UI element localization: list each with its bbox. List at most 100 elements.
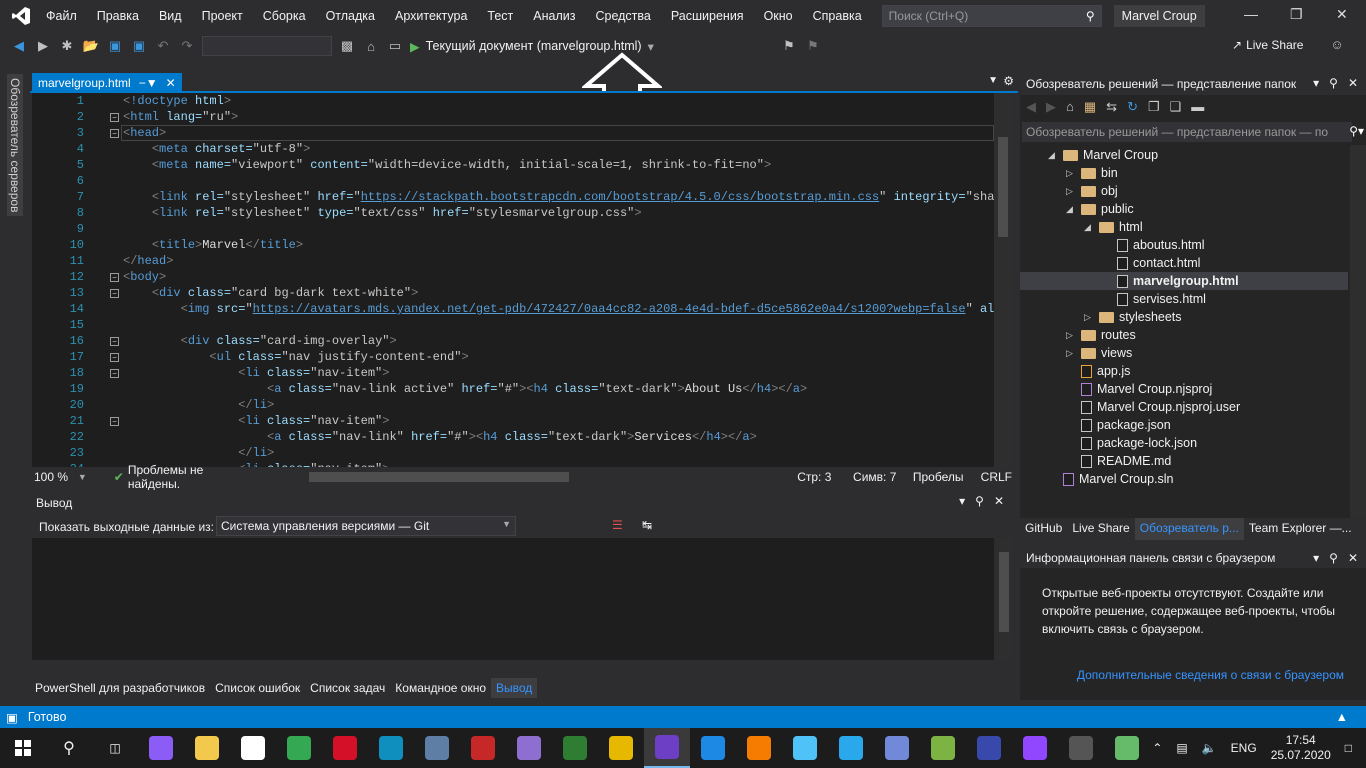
taskbar-app-snipping-tool[interactable]	[920, 728, 966, 768]
bottom-tab[interactable]: PowerShell для разработчиков	[30, 678, 210, 698]
save-all-icon[interactable]: ▣	[130, 38, 148, 54]
menu-item[interactable]: Расширения	[661, 9, 754, 23]
close-icon[interactable]: ✕	[1348, 551, 1358, 565]
expander-icon[interactable]: ▷	[1066, 348, 1076, 359]
tree-item[interactable]: contact.html	[1102, 254, 1200, 272]
taskbar-app-xampp[interactable]	[736, 728, 782, 768]
expander-icon[interactable]: ◢	[1066, 204, 1076, 215]
menu-item[interactable]: Справка	[803, 9, 872, 23]
bottom-tab[interactable]: Вывод	[491, 678, 538, 698]
undo-icon[interactable]: ↶	[154, 38, 172, 54]
save-icon[interactable]: ▣	[106, 38, 124, 54]
taskbar-app-github-desktop[interactable]	[506, 728, 552, 768]
zoom-level[interactable]: 100 %	[32, 470, 78, 484]
tree-item[interactable]: package-lock.json	[1066, 434, 1197, 452]
menu-item[interactable]: Анализ	[523, 9, 585, 23]
tree-item[interactable]: Marvel Croup.sln	[1048, 470, 1173, 488]
right-panel-tab[interactable]: Team Explorer —...	[1244, 518, 1357, 540]
pin-icon[interactable]: ⚲	[975, 494, 984, 508]
home-icon[interactable]: ⌂	[1066, 99, 1074, 115]
pin-icon[interactable]: ⚲	[1329, 76, 1338, 90]
problems-status[interactable]: Проблемы не найдены.	[128, 463, 259, 491]
tree-item[interactable]: aboutus.html	[1102, 236, 1205, 254]
dropdown-icon[interactable]: ▾	[1313, 551, 1319, 565]
taskbar-app-telegram[interactable]	[828, 728, 874, 768]
tree-item[interactable]: marvelgroup.html	[1020, 272, 1348, 290]
panel-menu-icon[interactable]: ▾	[959, 494, 965, 508]
task-view-button[interactable]: ◫	[92, 728, 138, 768]
taskbar-app-app-64[interactable]	[460, 728, 506, 768]
expander-icon[interactable]: ◢	[1048, 150, 1058, 161]
fold-toggle-icon[interactable]: −	[110, 369, 119, 378]
open-icon[interactable]: 📂	[82, 38, 100, 54]
line-ending[interactable]: CRLF	[981, 470, 1012, 484]
taskbar-app-paint-app[interactable]	[598, 728, 644, 768]
forward-icon[interactable]: ▶	[34, 38, 52, 54]
attach-icon[interactable]: ▩	[338, 38, 356, 54]
live-share-button[interactable]: ↗ Live Share	[1232, 38, 1303, 52]
close-icon[interactable]: ✕	[994, 494, 1004, 508]
tree-item[interactable]: ◢ public	[1066, 200, 1134, 218]
horizontal-scrollbar[interactable]	[299, 471, 768, 482]
fold-toggle-icon[interactable]: −	[110, 113, 119, 122]
bottom-tab[interactable]: Список ошибок	[210, 678, 305, 698]
expander-icon[interactable]: ▷	[1066, 330, 1076, 341]
dropdown-icon[interactable]: ▾	[1313, 76, 1319, 90]
properties-icon[interactable]: ▬	[1191, 99, 1204, 115]
tree-item[interactable]: Marvel Croup.njsproj	[1066, 380, 1212, 398]
forward-icon[interactable]: ▶	[1046, 99, 1056, 115]
tree-scrollbar[interactable]	[1350, 145, 1366, 518]
close-tab-icon[interactable]: ✕	[166, 76, 176, 90]
editor-vertical-scrollbar[interactable]	[994, 93, 1012, 467]
taskbar-app-twitch[interactable]	[1012, 728, 1058, 768]
browser-icon[interactable]: ⌂	[362, 39, 380, 54]
taskbar-app-edge[interactable]	[368, 728, 414, 768]
output-scrollbar[interactable]	[996, 538, 1012, 660]
network-icon[interactable]: ▤	[1176, 741, 1187, 755]
solution-search-input[interactable]: Обозреватель решений — представление пап…	[1022, 122, 1364, 142]
menu-item[interactable]: Вид	[149, 9, 192, 23]
menu-item[interactable]: Файл	[36, 9, 87, 23]
menu-item[interactable]: Архитектура	[385, 9, 477, 23]
expander-icon[interactable]: ▷	[1066, 186, 1076, 197]
clock[interactable]: 17:54 25.07.2020	[1271, 733, 1331, 763]
sync-icon[interactable]: ⇆	[1106, 99, 1117, 115]
taskbar-app-vs-code[interactable]	[690, 728, 736, 768]
show-all-files-icon[interactable]: ❑	[1170, 99, 1182, 115]
maximize-button[interactable]: ❐	[1290, 6, 1303, 23]
close-window-button[interactable]: ✕	[1336, 6, 1348, 23]
taskbar-app-opera[interactable]	[322, 728, 368, 768]
menu-item[interactable]: Средства	[585, 9, 660, 23]
search-input[interactable]: Поиск (Ctrl+Q) ⚲	[881, 5, 1102, 27]
fold-toggle-icon[interactable]: −	[110, 337, 119, 346]
tree-item[interactable]: servises.html	[1102, 290, 1206, 308]
redo-icon[interactable]: ↷	[178, 38, 196, 54]
expander-icon[interactable]: ◢	[1084, 222, 1094, 233]
start-button[interactable]	[0, 728, 46, 768]
code-editor[interactable]: 1 <!doctype html> 2 <html lang="ru"> −3 <head…	[32, 93, 994, 467]
tree-item[interactable]: package.json	[1066, 416, 1171, 434]
close-icon[interactable]: ✕	[1348, 76, 1358, 90]
settings-icon[interactable]: ⚙	[1003, 74, 1014, 88]
notifications-icon[interactable]: ▲	[1336, 710, 1348, 724]
menu-item[interactable]: Тест	[477, 9, 523, 23]
taskbar-app-krita[interactable]	[552, 728, 598, 768]
back-icon[interactable]: ◀	[1026, 99, 1036, 115]
menu-item[interactable]: Проект	[192, 9, 253, 23]
fold-toggle-icon[interactable]: −	[110, 417, 119, 426]
fold-toggle-icon[interactable]: −	[110, 129, 119, 138]
tab-dropdown-icon[interactable]: ▼	[988, 75, 998, 86]
tray-chevron-icon[interactable]: ⌃	[1152, 741, 1162, 755]
switch-views-icon[interactable]: ▦	[1084, 99, 1096, 115]
tree-item[interactable]: ▷ obj	[1066, 182, 1118, 200]
minimize-button[interactable]: —	[1244, 6, 1258, 22]
bottom-tab[interactable]: Командное окно	[390, 678, 491, 698]
browser-link-more-info[interactable]: Дополнительные сведения о связи с браузе…	[1077, 668, 1344, 682]
taskbar-app-yandex-browser[interactable]	[230, 728, 276, 768]
tree-item[interactable]: README.md	[1066, 452, 1171, 470]
tree-item[interactable]: Marvel Croup.njsproj.user	[1066, 398, 1240, 416]
language-indicator[interactable]: ENG	[1231, 741, 1257, 755]
fold-toggle-icon[interactable]: −	[110, 353, 119, 362]
expander-icon[interactable]: ▷	[1084, 312, 1094, 323]
fold-toggle-icon[interactable]: −	[110, 273, 119, 282]
